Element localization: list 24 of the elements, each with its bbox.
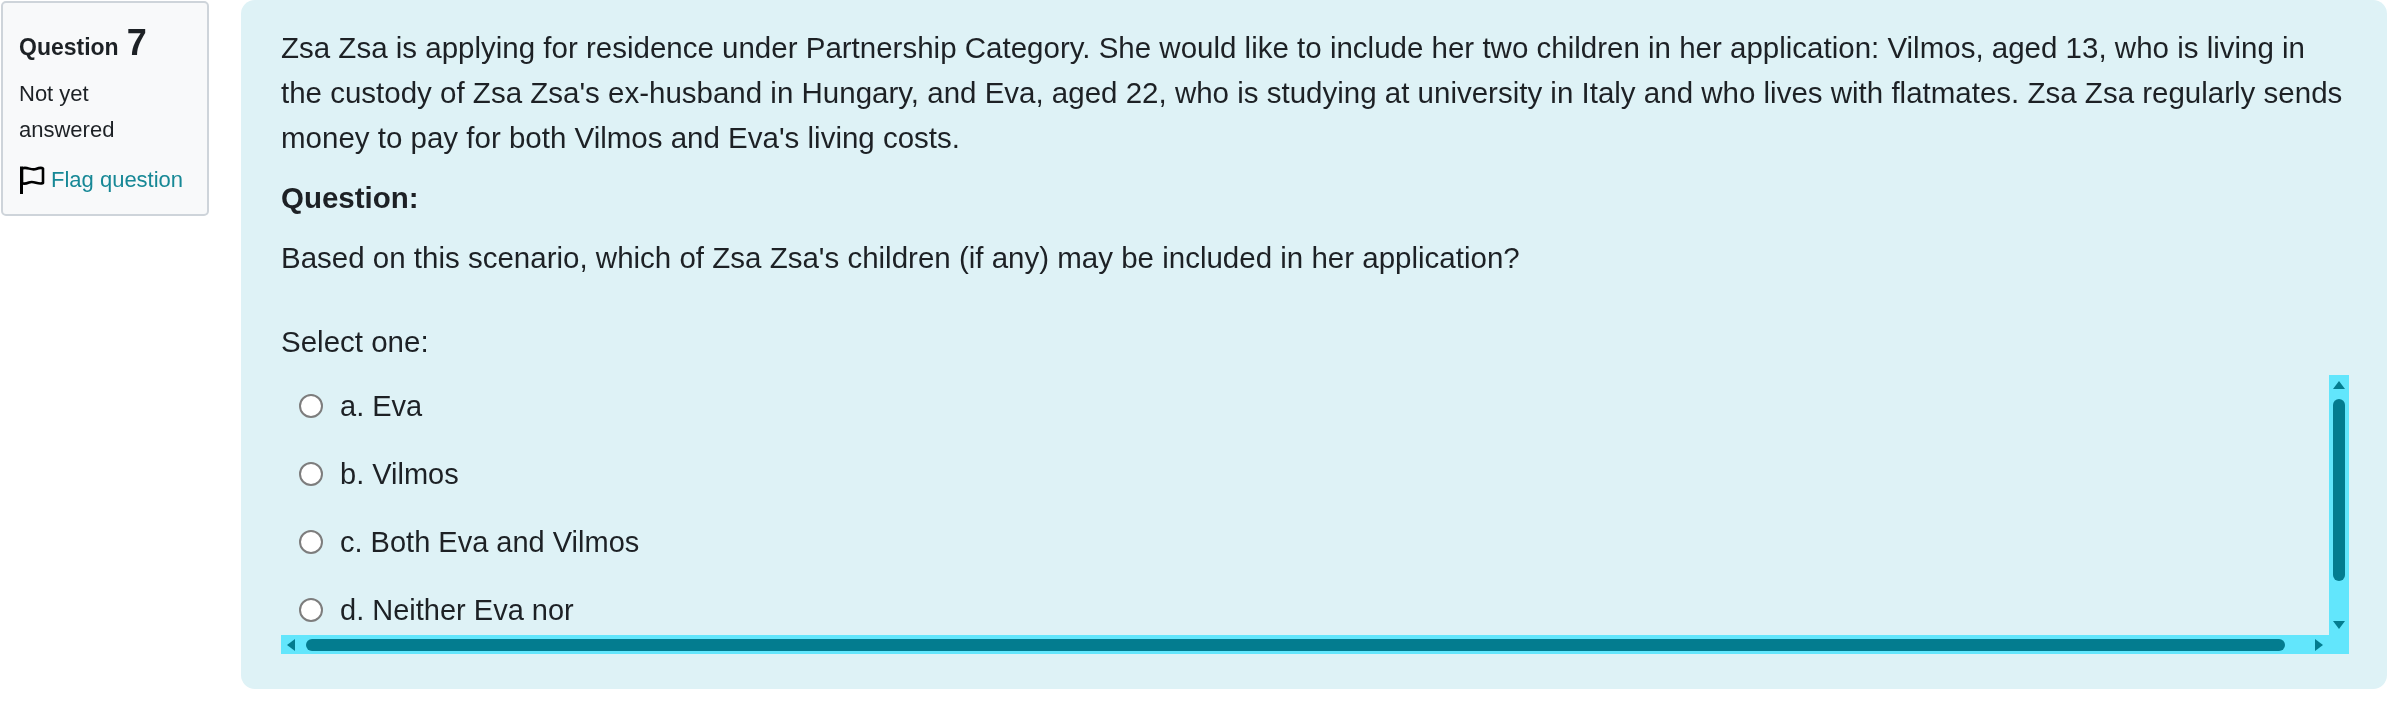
vertical-scrollbar[interactable] — [2329, 375, 2349, 635]
right-arrow-icon[interactable] — [2315, 638, 2323, 651]
radio-button[interactable] — [299, 394, 323, 418]
scenario-text: Zsa Zsa is applying for residence under Partnership Category. She would like to include her two children in her application: Vilmos, aged 13, who is living in the custody of Zsa Zsa's ex-husband in Hungary, and Eva, aged 22, who is studying at university in Italy and who lives with flatmates. Zsa Zsa regularly sends money to pay for both Vilmos and Eva's living costs. — [281, 30, 2344, 156]
question-heading: Question: — [281, 180, 420, 216]
question-number: 7 — [126, 21, 147, 65]
scrollbar-thumb[interactable] — [2333, 399, 2345, 581]
flag-question-link[interactable]: Flag question — [19, 163, 184, 197]
question-label: Question — [19, 33, 119, 62]
option-label[interactable]: b. Vilmos — [340, 452, 459, 496]
question-status: Not yet answered — [19, 80, 116, 144]
scrollbar-thumb[interactable] — [306, 638, 2285, 651]
radio-button[interactable] — [299, 462, 323, 486]
left-arrow-icon[interactable] — [287, 638, 295, 651]
radio-button[interactable] — [299, 598, 323, 622]
question-prompt: Based on this scenario, which of Zsa Zsa's children (if any) may be included in her application? — [281, 240, 1521, 276]
option-label[interactable]: a. Eva — [340, 384, 423, 428]
up-arrow-icon[interactable] — [2333, 381, 2345, 389]
radio-button[interactable] — [299, 530, 323, 554]
option-label[interactable]: c. Both Eva and Vilmos — [340, 520, 640, 564]
down-arrow-icon[interactable] — [2333, 621, 2345, 629]
option-label[interactable]: d. Neither Eva nor — [340, 588, 574, 632]
select-instruction: Select one: — [281, 324, 430, 360]
horizontal-scrollbar[interactable] — [281, 635, 2329, 654]
